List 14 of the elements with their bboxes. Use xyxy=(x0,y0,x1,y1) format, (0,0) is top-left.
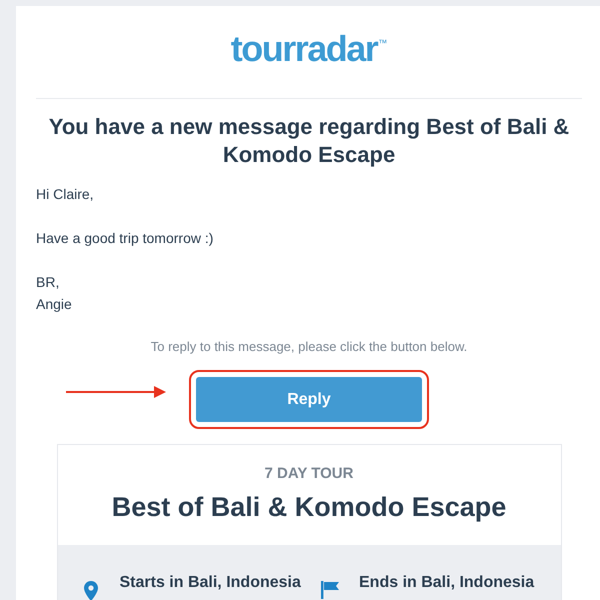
reply-button[interactable]: Reply xyxy=(196,377,422,422)
tour-title: Best of Bali & Komodo Escape xyxy=(110,491,508,524)
message-heading: You have a new message regarding Best of Bali & Komodo Escape xyxy=(48,113,570,169)
logo: tourradar™ xyxy=(230,28,388,70)
tour-duration: 7 DAY TOUR xyxy=(264,464,354,484)
tour-endpoint: Starts in Bali, Indonesia xyxy=(120,573,301,593)
message-text: Have a good trip tomorrow :) xyxy=(36,229,214,248)
tour-endpoint: Ends in Bali, Indonesia xyxy=(359,573,534,593)
flag-icon xyxy=(321,581,339,599)
message-text: Angie xyxy=(36,295,73,314)
map-pin-icon xyxy=(84,581,98,600)
reply-instruction: To reply to this message, please click the button below. xyxy=(150,338,468,356)
message-text: Hi Claire, xyxy=(36,185,95,204)
message-text: BR, xyxy=(36,273,60,292)
